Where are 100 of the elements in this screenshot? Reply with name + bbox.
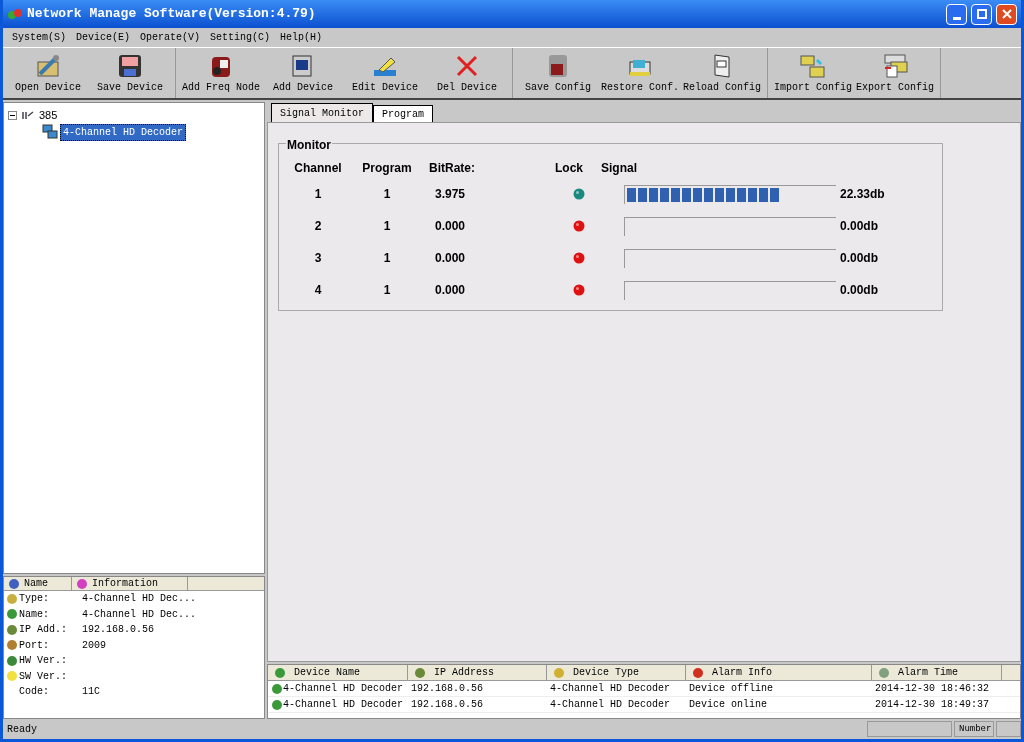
small-icon — [6, 639, 18, 652]
computers-icon — [42, 124, 58, 140]
column-header[interactable]: Alarm Info — [686, 665, 872, 680]
info-value: 4-Channel HD Dec... — [81, 592, 197, 607]
small-icon — [6, 608, 18, 621]
small-icon — [271, 698, 283, 711]
small-icon — [6, 623, 18, 636]
menu-item[interactable]: System(S) — [7, 30, 71, 45]
bitrate-cell-text: 0.000 — [434, 218, 467, 235]
table-cell-text: Device online — [689, 698, 767, 712]
column-header[interactable]: IP Address — [408, 665, 547, 680]
small-icon — [6, 670, 18, 683]
info-value: 4-Channel HD Dec... — [81, 607, 197, 622]
table-cell-text: 192.168.0.56 — [411, 698, 483, 712]
status-message: Ready — [7, 722, 38, 737]
menu-item[interactable]: Operate(V) — [135, 30, 206, 45]
small-icon — [6, 592, 18, 605]
channel-cell-text: 3 — [313, 250, 323, 267]
toolbar-button[interactable]: Restore Conf. — [599, 49, 681, 97]
tab[interactable]: Signal Monitor — [271, 103, 373, 122]
menu-item[interactable]: Setting(C) — [205, 30, 276, 45]
minimize-icon — [952, 16, 961, 20]
small-icon — [271, 682, 283, 695]
column-header[interactable]: Information — [72, 577, 188, 590]
close-button[interactable] — [996, 3, 1017, 25]
collapse-icon[interactable] — [8, 110, 17, 120]
info-value: 192.168.0.56 — [81, 623, 154, 638]
column-header: Channel — [293, 160, 343, 177]
signal-reading: 0.00db — [839, 250, 878, 267]
signal-reading: 22.33db — [839, 186, 885, 203]
export-icon — [881, 52, 909, 80]
small-icon — [274, 666, 286, 679]
small-icon — [878, 666, 890, 679]
toolbar-button[interactable]: Save Config — [517, 49, 599, 97]
column-header: Lock — [554, 160, 583, 177]
column-header[interactable]: Device Type — [547, 665, 686, 680]
column-header: Signal — [600, 160, 637, 177]
window-title: Network Manage Software(Version:4.79) — [27, 5, 316, 24]
small-icon — [414, 666, 426, 679]
tab[interactable]: Program — [373, 105, 434, 122]
bitrate-cell-text: 0.000 — [434, 250, 467, 267]
info-label: IP Add.: — [19, 623, 67, 638]
toolbar-button[interactable]: Reload Config — [681, 49, 763, 97]
table-cell-text: 2014-12-30 18:49:37 — [875, 698, 990, 712]
info-label: SW Ver.: — [19, 669, 67, 684]
bitrate-cell-text: 0.000 — [434, 282, 467, 299]
toolbar-button[interactable]: Save Device — [89, 49, 171, 97]
small-icon — [553, 666, 565, 679]
column-header: BitRate: — [428, 160, 476, 177]
channel-cell-text: 1 — [313, 186, 323, 203]
table-cell-text: 4-Channel HD Decoder — [283, 682, 404, 696]
minimize-button[interactable] — [946, 3, 967, 25]
close-icon — [1001, 9, 1012, 19]
toolbar-button[interactable]: Edit Device — [344, 49, 426, 97]
status-label: Number — [954, 721, 994, 737]
channel-cell-text: 4 — [313, 282, 323, 299]
channel-cell-text: 2 — [313, 218, 323, 235]
column-header[interactable]: Alarm Time — [872, 665, 1002, 680]
info-label: Type: — [19, 592, 49, 607]
program-cell-text: 1 — [382, 250, 392, 267]
table-cell-text: 4-Channel HD Decoder — [550, 682, 671, 696]
maximize-icon — [976, 9, 987, 19]
column-header[interactable]: Device Name — [268, 665, 408, 680]
folders-icon — [799, 52, 827, 80]
toolbar-button[interactable]: Del Device — [426, 49, 508, 97]
toolbar-button[interactable]: Add Freq Node — [180, 49, 262, 97]
info-value: 11C — [81, 685, 100, 700]
table-cell-text: 4-Channel HD Decoder — [283, 698, 404, 712]
signal-reading: 0.00db — [839, 218, 878, 235]
table-cell-text: Device offline — [689, 682, 773, 696]
small-icon — [76, 577, 88, 590]
info-label: HW Ver.: — [19, 654, 67, 669]
info-value: 2009 — [81, 638, 106, 653]
program-cell-text: 1 — [382, 282, 392, 299]
program-cell-text: 1 — [382, 186, 392, 203]
tree-item[interactable]: 385 — [39, 107, 58, 124]
app-icon — [7, 6, 23, 22]
menu-item[interactable]: Help(H) — [275, 30, 328, 45]
maximize-button[interactable] — [971, 3, 992, 25]
status-pane — [996, 721, 1021, 737]
small-icon — [692, 666, 704, 679]
small-icon — [6, 654, 18, 667]
info-label: Port: — [19, 638, 49, 653]
column-header[interactable]: Name — [4, 577, 72, 590]
signal-reading: 0.00db — [839, 282, 878, 299]
bitrate-cell-text: 3.975 — [434, 186, 467, 203]
toolbar-button[interactable]: Import Config — [772, 49, 854, 97]
tree-item[interactable]: 4-Channel HD Decoder — [60, 123, 187, 141]
toolbar-button[interactable]: Export Config — [854, 49, 936, 97]
column-header: Program — [361, 160, 413, 177]
table-cell-text: 2014-12-30 18:46:32 — [875, 682, 990, 696]
menu-item[interactable]: Device(E) — [71, 30, 136, 45]
table-cell-text: 192.168.0.56 — [411, 682, 483, 696]
toolbar-button[interactable]: Add Device — [262, 49, 344, 97]
table-cell-text: 4-Channel HD Decoder — [550, 698, 671, 712]
info-label: Code: — [19, 685, 49, 700]
toolbar-button[interactable]: Open Device — [7, 49, 89, 97]
small-icon — [8, 577, 20, 590]
info-label: Name: — [19, 607, 49, 622]
program-cell-text: 1 — [382, 218, 392, 235]
